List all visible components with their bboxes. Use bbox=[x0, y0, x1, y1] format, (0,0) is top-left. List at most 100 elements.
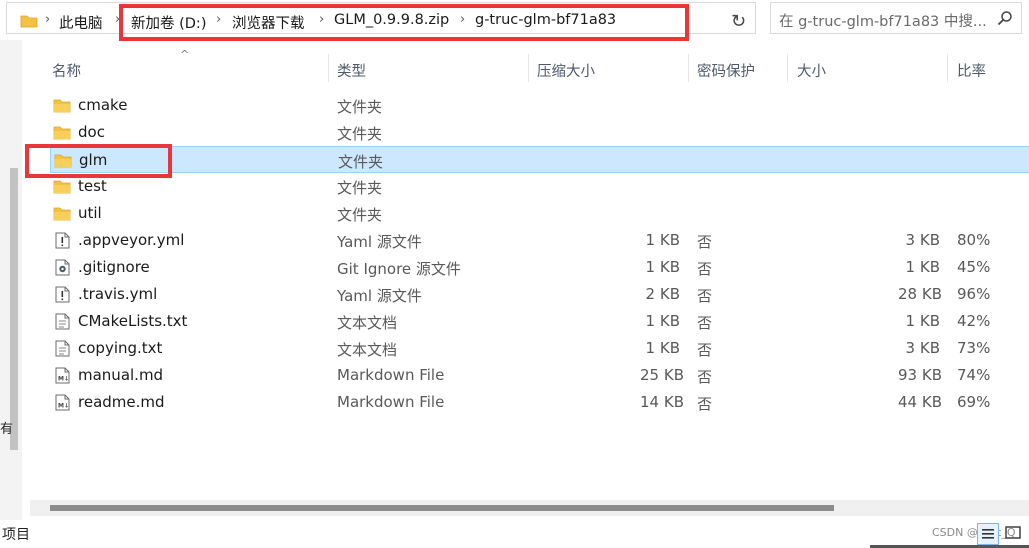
password-protected: 否 bbox=[697, 260, 713, 278]
navigation-pane-fragment: 有 bbox=[0, 422, 14, 437]
highlight-box-glm bbox=[25, 144, 172, 178]
highlight-box-address bbox=[119, 4, 689, 41]
compression-ratio: 69% bbox=[957, 393, 991, 411]
compression-ratio: 96% bbox=[957, 285, 991, 303]
column-header-type[interactable]: 类型 bbox=[337, 60, 366, 81]
password-protected: 否 bbox=[697, 287, 713, 305]
folder-icon bbox=[53, 207, 71, 221]
file-name: doc bbox=[78, 123, 105, 141]
file-row-test[interactable]: test 文件夹 bbox=[50, 173, 1029, 200]
compressed-size: 2 KB bbox=[645, 285, 680, 303]
compressed-size: 1 KB bbox=[645, 258, 680, 276]
compressed-size: 14 KB bbox=[640, 393, 684, 411]
vertical-scrollbar-thumb[interactable] bbox=[10, 168, 18, 450]
folder-icon bbox=[53, 126, 71, 140]
details-view-button[interactable] bbox=[977, 523, 999, 545]
password-protected: 否 bbox=[697, 233, 713, 251]
column-header-size[interactable]: 大小 bbox=[797, 60, 826, 81]
password-protected: 否 bbox=[697, 395, 713, 413]
file-size: 3 KB bbox=[905, 339, 940, 357]
column-header-compressed-size[interactable]: 压缩大小 bbox=[537, 60, 595, 81]
file-row-appveyor-yml[interactable]: .appveyor.yml Yaml 源文件 1 KB 否 3 KB 80% bbox=[50, 227, 1029, 254]
sort-ascending-icon: ^ bbox=[180, 48, 190, 61]
text-file-icon bbox=[55, 340, 70, 357]
file-row-travis-yml[interactable]: .travis.yml Yaml 源文件 2 KB 否 28 KB 96% bbox=[50, 281, 1029, 308]
file-row-copying-txt[interactable]: copying.txt 文本文档 1 KB 否 3 KB 73% bbox=[50, 335, 1029, 362]
status-bar: 项目 CSDN @Vast_Q bbox=[0, 520, 1029, 548]
file-type: 文本文档 bbox=[337, 314, 398, 332]
file-row-util[interactable]: util 文件夹 bbox=[50, 200, 1029, 227]
file-size: 93 KB bbox=[898, 366, 942, 384]
text-file-icon bbox=[55, 313, 70, 330]
folder-icon bbox=[53, 99, 71, 113]
file-type: Git Ignore 源文件 bbox=[337, 260, 461, 278]
file-type: 文件夹 bbox=[337, 98, 383, 116]
password-protected: 否 bbox=[697, 314, 713, 332]
file-name: CMakeLists.txt bbox=[78, 312, 188, 330]
file-row-cmakelists-txt[interactable]: CMakeLists.txt 文本文档 1 KB 否 1 KB 42% bbox=[50, 308, 1029, 335]
column-divider[interactable] bbox=[528, 54, 529, 82]
file-name: .gitignore bbox=[78, 258, 150, 276]
folder-icon bbox=[20, 15, 38, 28]
file-name: cmake bbox=[78, 96, 128, 114]
search-input[interactable]: 在 g-truc-glm-bf71a83 中搜... bbox=[779, 10, 987, 31]
folder-icon bbox=[53, 180, 71, 194]
details-view-icon bbox=[982, 529, 994, 539]
file-type: Yaml 源文件 bbox=[337, 233, 422, 251]
file-size: 1 KB bbox=[905, 258, 940, 276]
column-header-ratio[interactable]: 比率 bbox=[957, 60, 986, 81]
file-name: readme.md bbox=[78, 393, 165, 411]
file-size: 28 KB bbox=[898, 285, 942, 303]
file-name: .travis.yml bbox=[78, 285, 158, 303]
refresh-icon[interactable]: ↻ bbox=[731, 11, 746, 32]
column-divider[interactable] bbox=[328, 54, 329, 82]
file-row-doc[interactable]: doc 文件夹 bbox=[50, 119, 1029, 146]
search-icon[interactable] bbox=[997, 10, 1013, 26]
compression-ratio: 45% bbox=[957, 258, 991, 276]
file-row-cmake[interactable]: cmake 文件夹 bbox=[50, 92, 1029, 119]
svg-text:M↓: M↓ bbox=[58, 376, 69, 383]
file-type: 文件夹 bbox=[337, 206, 383, 224]
column-header-password[interactable]: 密码保护 bbox=[697, 60, 755, 81]
file-row-gitignore[interactable]: .gitignore Git Ignore 源文件 1 KB 否 1 KB 45% bbox=[50, 254, 1029, 281]
horizontal-scrollbar[interactable] bbox=[30, 500, 1029, 516]
compressed-size: 1 KB bbox=[645, 312, 680, 330]
file-name: .appveyor.yml bbox=[78, 231, 185, 249]
column-divider[interactable] bbox=[787, 54, 788, 82]
compression-ratio: 73% bbox=[957, 339, 991, 357]
password-protected: 否 bbox=[697, 368, 713, 386]
compression-ratio: 80% bbox=[957, 231, 991, 249]
large-icons-view-button[interactable] bbox=[1003, 523, 1025, 545]
column-header-name[interactable]: 名称 bbox=[52, 60, 81, 81]
file-size: 3 KB bbox=[905, 231, 940, 249]
column-divider[interactable] bbox=[947, 54, 948, 82]
file-type: 文件夹 bbox=[337, 125, 383, 143]
large-icons-view-icon bbox=[1005, 526, 1021, 539]
search-box[interactable]: 在 g-truc-glm-bf71a83 中搜... bbox=[770, 2, 1022, 34]
file-row-glm[interactable]: glm 文件夹 bbox=[50, 146, 1029, 173]
chevron-right-icon[interactable]: › bbox=[45, 12, 50, 27]
yaml-file-icon bbox=[55, 232, 70, 249]
column-divider[interactable] bbox=[688, 54, 689, 82]
breadcrumb-this-pc[interactable]: 此电脑 bbox=[59, 12, 103, 33]
markdown-file-icon: M↓ bbox=[55, 394, 70, 411]
file-type: 文件夹 bbox=[337, 179, 383, 197]
file-row-readme-md[interactable]: M↓ readme.md Markdown File 14 KB 否 44 KB 69% bbox=[50, 389, 1029, 416]
compression-ratio: 74% bbox=[957, 366, 991, 384]
status-item-count: 项目 bbox=[2, 527, 30, 543]
navigation-pane-edge bbox=[0, 40, 22, 520]
file-row-manual-md[interactable]: M↓ manual.md Markdown File 25 KB 否 93 KB 74% bbox=[50, 362, 1029, 389]
file-type: Yaml 源文件 bbox=[337, 287, 422, 305]
file-size: 1 KB bbox=[905, 312, 940, 330]
file-size: 44 KB bbox=[898, 393, 942, 411]
file-name: test bbox=[78, 177, 107, 195]
markdown-file-icon: M↓ bbox=[55, 367, 70, 384]
horizontal-scrollbar-thumb[interactable] bbox=[50, 505, 834, 511]
compressed-size: 1 KB bbox=[645, 231, 680, 249]
file-type: Markdown File bbox=[337, 366, 445, 384]
svg-text:M↓: M↓ bbox=[58, 403, 69, 410]
file-name: util bbox=[78, 204, 102, 222]
file-name: copying.txt bbox=[78, 339, 163, 357]
compression-ratio: 42% bbox=[957, 312, 991, 330]
file-type: 文本文档 bbox=[337, 341, 398, 359]
